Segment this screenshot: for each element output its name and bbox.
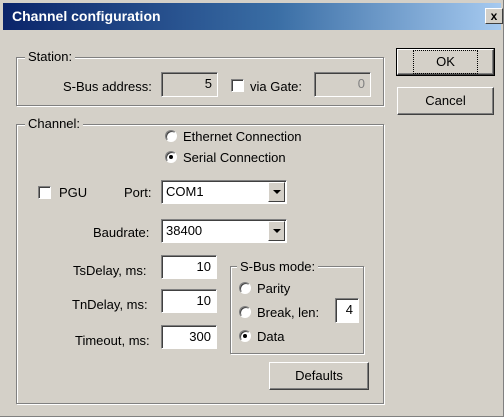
timeout-field[interactable]: 300 <box>161 325 217 349</box>
parity-radio[interactable] <box>239 282 251 294</box>
timeout-label: Timeout, ms: <box>75 333 150 348</box>
via-gate-field[interactable]: 0 <box>314 72 371 97</box>
close-button[interactable]: x <box>485 8 503 24</box>
tsdelay-label: TsDelay, ms: <box>73 263 147 278</box>
ethernet-connection-label: Ethernet Connection <box>183 129 302 144</box>
data-radio[interactable] <box>239 330 251 342</box>
tndelay-label: TnDelay, ms: <box>72 297 148 312</box>
chevron-down-icon[interactable] <box>268 182 285 202</box>
defaults-button[interactable]: Defaults <box>269 362 369 390</box>
title-bar: Channel configuration x <box>3 3 503 30</box>
sbus-address-field[interactable]: 5 <box>161 72 218 97</box>
sbus-address-label: S-Bus address: <box>63 79 152 94</box>
baudrate-select-value: 38400 <box>166 223 203 238</box>
tsdelay-field[interactable]: 10 <box>161 255 217 279</box>
ok-button[interactable]: OK <box>396 48 495 76</box>
pgu-checkbox[interactable] <box>38 186 51 199</box>
parity-label: Parity <box>257 281 291 296</box>
close-icon: x <box>490 9 498 23</box>
chevron-down-icon[interactable] <box>268 221 285 241</box>
serial-connection-label: Serial Connection <box>183 150 286 165</box>
port-label: Port: <box>124 185 152 200</box>
pgu-label: PGU <box>59 185 88 200</box>
ethernet-connection-radio[interactable] <box>165 130 177 142</box>
window-title: Channel configuration <box>12 8 161 24</box>
sbus-mode-group-title: S-Bus mode: <box>237 259 319 274</box>
port-select[interactable]: COM1 <box>161 180 287 204</box>
tndelay-field[interactable]: 10 <box>161 289 217 313</box>
channel-group-title: Channel: <box>25 116 84 131</box>
port-select-value: COM1 <box>166 184 204 199</box>
via-gate-checkbox[interactable] <box>231 79 244 92</box>
baudrate-label: Baudrate: <box>93 225 150 240</box>
data-label: Data <box>257 329 285 344</box>
ok-button-label: OK <box>413 50 478 74</box>
serial-connection-radio[interactable] <box>165 151 177 163</box>
break-radio[interactable] <box>239 306 251 318</box>
via-gate-label: via Gate: <box>250 79 303 94</box>
cancel-button[interactable]: Cancel <box>397 87 494 115</box>
station-group-title: Station: <box>25 49 76 64</box>
break-len-field[interactable]: 4 <box>335 298 359 323</box>
break-label: Break, len: <box>257 305 320 320</box>
channel-configuration-dialog: Channel configuration x Station: S-Bus a… <box>0 0 504 417</box>
baudrate-select[interactable]: 38400 <box>161 219 287 243</box>
